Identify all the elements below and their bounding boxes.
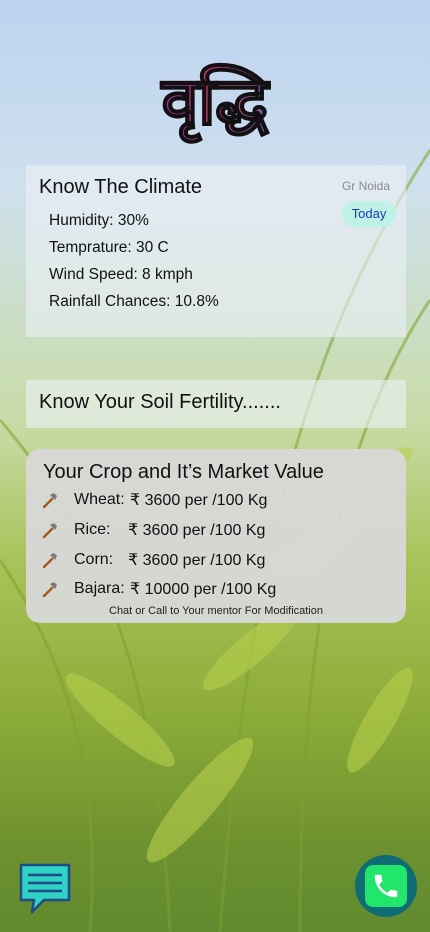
crop-row-rice[interactable]: Rice: ₹ 3600 per /100 Kg xyxy=(40,515,265,545)
market-title: Your Crop and It’s Market Value xyxy=(43,461,324,483)
edit-tool-icon[interactable] xyxy=(40,579,60,599)
crop-name: Rice: xyxy=(74,521,111,538)
temperature-item: Temprature: 30 C xyxy=(49,239,169,256)
crop-price: ₹ 3600 per /100 Kg xyxy=(128,552,266,569)
climate-card[interactable]: Know The Climate Gr Noida Today Humidity… xyxy=(26,165,406,337)
crop-price: ₹ 3600 per /100 Kg xyxy=(130,492,268,509)
today-button[interactable]: Today xyxy=(342,201,396,227)
crop-price: ₹ 10000 per /100 Kg xyxy=(130,581,277,598)
crop-row-corn[interactable]: Corn: ₹ 3600 per /100 Kg xyxy=(40,545,265,575)
climate-list: Humidity: 30% Temprature: 30 C Wind Spee… xyxy=(49,207,219,315)
app-logo: वृद्धि xyxy=(0,62,430,142)
soil-fertility-card[interactable]: Know Your Soil Fertility....... xyxy=(26,380,406,428)
crop-name: Bajara: xyxy=(74,580,125,597)
chat-icon xyxy=(19,863,71,914)
crop-row-bajara[interactable]: Bajara: ₹ 10000 per /100 Kg xyxy=(40,574,276,604)
market-value-card[interactable]: Your Crop and It’s Market Value Wheat: ₹… xyxy=(26,449,406,623)
call-button[interactable] xyxy=(355,855,417,917)
soil-title: Know Your Soil Fertility....... xyxy=(39,391,281,413)
phone-icon xyxy=(374,874,398,898)
chat-button[interactable] xyxy=(18,862,72,914)
mentor-note: Chat or Call to Your mentor For Modifica… xyxy=(109,605,323,617)
crop-name: Corn: xyxy=(74,551,114,568)
crop-price: ₹ 3600 per /100 Kg xyxy=(128,522,266,539)
humidity-item: Humidity: 30% xyxy=(49,212,149,229)
rainfall-item: Rainfall Chances: 10.8% xyxy=(49,293,219,310)
location-label: Gr Noida xyxy=(341,179,390,193)
edit-tool-icon[interactable] xyxy=(40,490,60,510)
phone-icon-background xyxy=(365,865,407,907)
edit-tool-icon[interactable] xyxy=(40,550,60,570)
crop-row-wheat[interactable]: Wheat: ₹ 3600 per /100 Kg xyxy=(40,485,267,515)
wind-speed-item: Wind Speed: 8 kmph xyxy=(49,266,193,283)
edit-tool-icon[interactable] xyxy=(40,520,60,540)
climate-title: Know The Climate xyxy=(39,176,203,198)
crop-name: Wheat: xyxy=(74,491,125,508)
